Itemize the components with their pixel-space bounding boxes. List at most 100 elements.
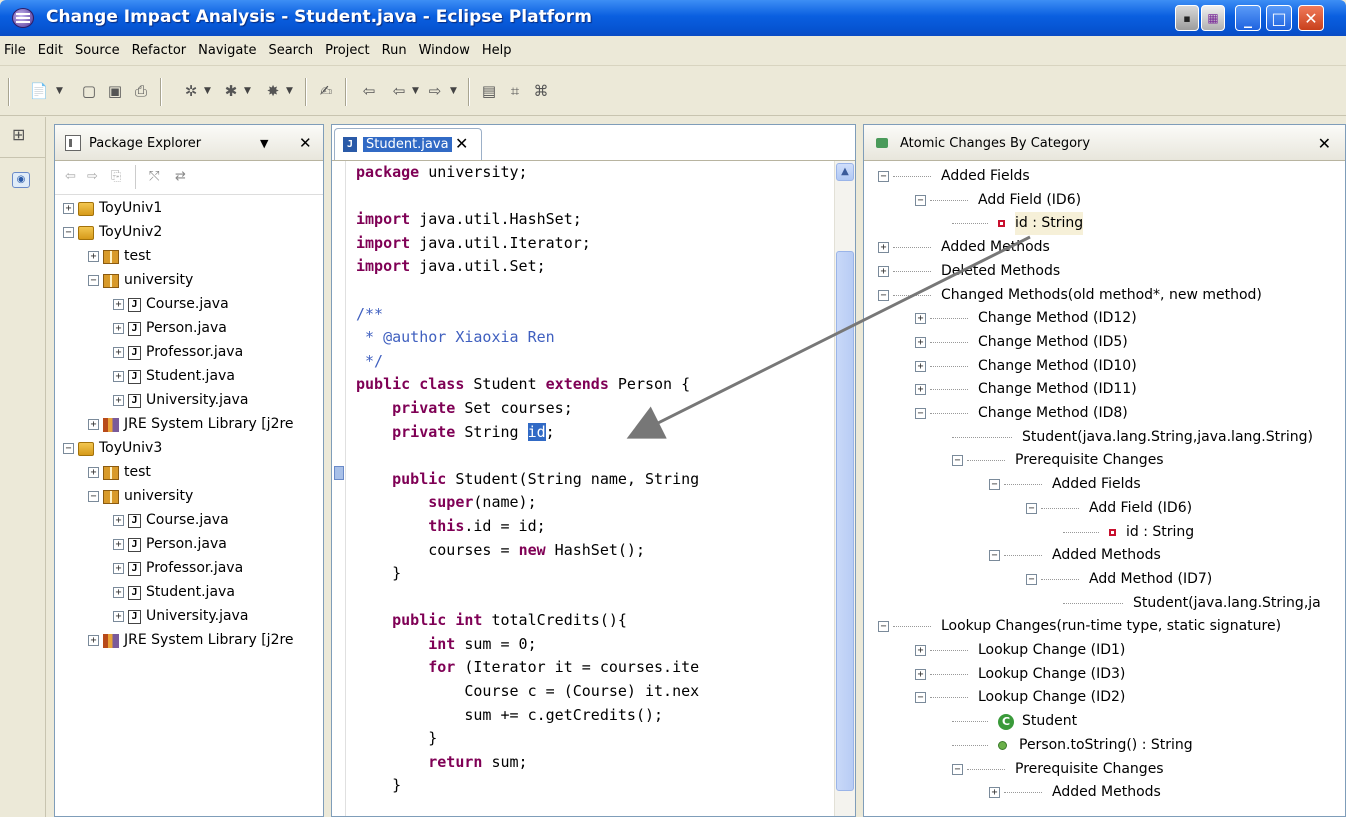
tree-item[interactable]: + test (88, 461, 151, 484)
change-tree-item[interactable]: Person.toString() : String (952, 734, 1193, 757)
change-tree-item[interactable]: id : String (1063, 521, 1194, 544)
tree-item[interactable]: + JRE System Library [j2re (88, 413, 294, 436)
expand-icon[interactable]: + (113, 299, 124, 310)
tree-item[interactable]: + J Professor.java (113, 557, 243, 580)
expand-icon[interactable]: + (915, 336, 926, 348)
analysis-icon[interactable]: ⌗ (504, 80, 526, 102)
taskbar-icon[interactable]: ▪ (1175, 5, 1199, 31)
dropdown-icon[interactable]: ▼ (286, 86, 293, 96)
change-tree-item[interactable]: id : String (952, 212, 1084, 236)
expand-icon[interactable]: + (113, 611, 124, 622)
open-perspective-icon[interactable]: ⊞ (12, 125, 25, 144)
tree-item[interactable]: + J University.java (113, 605, 248, 628)
dropdown-icon[interactable]: ▼ (412, 86, 419, 96)
forward-icon[interactable]: ⇨ (424, 80, 446, 102)
expand-icon[interactable]: + (63, 203, 74, 214)
expand-icon[interactable]: + (113, 323, 124, 334)
menu-run[interactable]: Run (382, 43, 407, 58)
expand-icon[interactable]: + (878, 265, 889, 277)
collapse-icon[interactable]: − (88, 491, 99, 502)
change-tree-item[interactable]: − Add Method (ID7) (1026, 568, 1212, 591)
code-area[interactable]: package university; import java.util.Has… (356, 161, 699, 798)
change-tree-item[interactable]: − Added Methods (989, 544, 1161, 567)
collapse-icon[interactable]: − (915, 692, 926, 704)
collapse-icon[interactable]: − (878, 621, 889, 633)
expand-icon[interactable]: + (915, 313, 926, 325)
change-tree-item[interactable]: − Prerequisite Changes (952, 449, 1164, 472)
change-tree-item[interactable]: − Lookup Changes(run-time type, static si… (878, 615, 1281, 638)
expand-icon[interactable]: + (113, 539, 124, 550)
change-tree-item[interactable]: − Changed Methods(old method*, new method… (878, 284, 1262, 307)
java-perspective-icon[interactable]: ◉ (12, 172, 30, 188)
taskbar-icon[interactable]: ▦ (1201, 5, 1225, 31)
scroll-thumb[interactable] (836, 251, 854, 791)
forward-icon[interactable]: ⇨ (87, 169, 98, 184)
dropdown-icon[interactable]: ▼ (204, 86, 211, 96)
change-tree-item[interactable]: − Prerequisite Changes (952, 758, 1164, 781)
collapse-all-icon[interactable]: ⤲ (149, 169, 159, 184)
scroll-up-icon[interactable]: ▲ (836, 163, 854, 181)
close-view-icon[interactable]: ✕ (1318, 134, 1331, 153)
new-icon[interactable]: 📄 (28, 80, 50, 102)
expand-icon[interactable]: + (915, 668, 926, 680)
tree-item[interactable]: + ToyUniv1 (63, 197, 162, 220)
tree-item[interactable]: + J Course.java (113, 293, 229, 316)
collapse-icon[interactable]: − (63, 443, 74, 454)
up-icon[interactable]: ⎘ (111, 169, 121, 184)
expand-icon[interactable]: + (113, 395, 124, 406)
tree-item[interactable]: − ToyUniv3 (63, 437, 162, 460)
change-tree-item[interactable]: + Deleted Methods (878, 260, 1060, 283)
collapse-icon[interactable]: − (915, 408, 926, 419)
expand-icon[interactable]: + (113, 515, 124, 526)
change-tree-item[interactable]: − Change Method (ID8) (915, 402, 1128, 425)
change-tree-item[interactable]: Student(java.lang.String,ja (1063, 592, 1321, 615)
collapse-icon[interactable]: − (989, 479, 1000, 491)
close-tab-icon[interactable]: ✕ (455, 134, 468, 153)
expand-icon[interactable]: + (113, 371, 124, 382)
collapse-icon[interactable]: − (63, 227, 74, 238)
collapse-icon[interactable]: − (952, 763, 963, 775)
collapse-icon[interactable]: − (952, 455, 963, 467)
change-tree-item[interactable]: − Added Fields (878, 165, 1030, 188)
change-tree-item[interactable]: + Change Method (ID12) (915, 307, 1137, 330)
expand-icon[interactable]: + (989, 787, 1000, 799)
tree-item[interactable]: − university (88, 269, 193, 292)
tree-item[interactable]: + JRE System Library [j2re (88, 629, 294, 652)
expand-icon[interactable]: + (113, 347, 124, 358)
change-tree-item[interactable]: − Add Field (ID6) (1026, 497, 1192, 520)
menu-source[interactable]: Source (75, 43, 120, 58)
change-tree-item[interactable]: C Student (952, 710, 1077, 733)
change-tree-item[interactable]: + Change Method (ID5) (915, 331, 1128, 354)
dropdown-icon[interactable]: ▼ (244, 86, 251, 96)
collapse-icon[interactable]: − (878, 171, 889, 182)
expand-icon[interactable]: + (88, 635, 99, 646)
external-tools-icon[interactable]: ✸ (262, 80, 284, 102)
save-icon[interactable]: ▢ (78, 80, 100, 102)
expand-icon[interactable]: + (113, 563, 124, 574)
tree-item[interactable]: − university (88, 485, 193, 508)
minimize-button[interactable]: _ (1235, 5, 1261, 31)
expand-icon[interactable]: + (915, 645, 926, 656)
expand-icon[interactable]: + (88, 467, 99, 478)
change-tree-item[interactable]: + Added Methods (878, 236, 1050, 259)
change-tree-item[interactable]: Student(java.lang.String,java.lang.Strin… (952, 426, 1313, 449)
change-tree-item[interactable]: + Lookup Change (ID3) (915, 663, 1125, 686)
document-icon[interactable]: ▤ (478, 80, 500, 102)
run-icon[interactable]: ✱ (220, 80, 242, 102)
tree-item[interactable]: + J Professor.java (113, 341, 243, 364)
menu-help[interactable]: Help (482, 43, 512, 58)
menu-navigate[interactable]: Navigate (198, 43, 256, 58)
expand-icon[interactable]: + (915, 384, 926, 396)
expand-icon[interactable]: + (113, 587, 124, 598)
tab-student-java[interactable]: J Student.java ✕ (334, 128, 482, 160)
debug-icon[interactable]: ✲ (180, 80, 202, 102)
change-tree-item[interactable]: + Lookup Change (ID1) (915, 639, 1125, 662)
menu-search[interactable]: Search (268, 43, 313, 58)
collapse-icon[interactable]: − (1026, 573, 1037, 585)
menu-edit[interactable]: Edit (38, 43, 63, 58)
dropdown-icon[interactable]: ▼ (56, 86, 63, 96)
change-tree-item[interactable]: − Lookup Change (ID2) (915, 686, 1125, 709)
change-tree-item[interactable]: − Add Field (ID6) (915, 189, 1081, 212)
tree-item[interactable]: + test (88, 245, 151, 268)
analysis-alt-icon[interactable]: ⌘ (530, 80, 552, 102)
